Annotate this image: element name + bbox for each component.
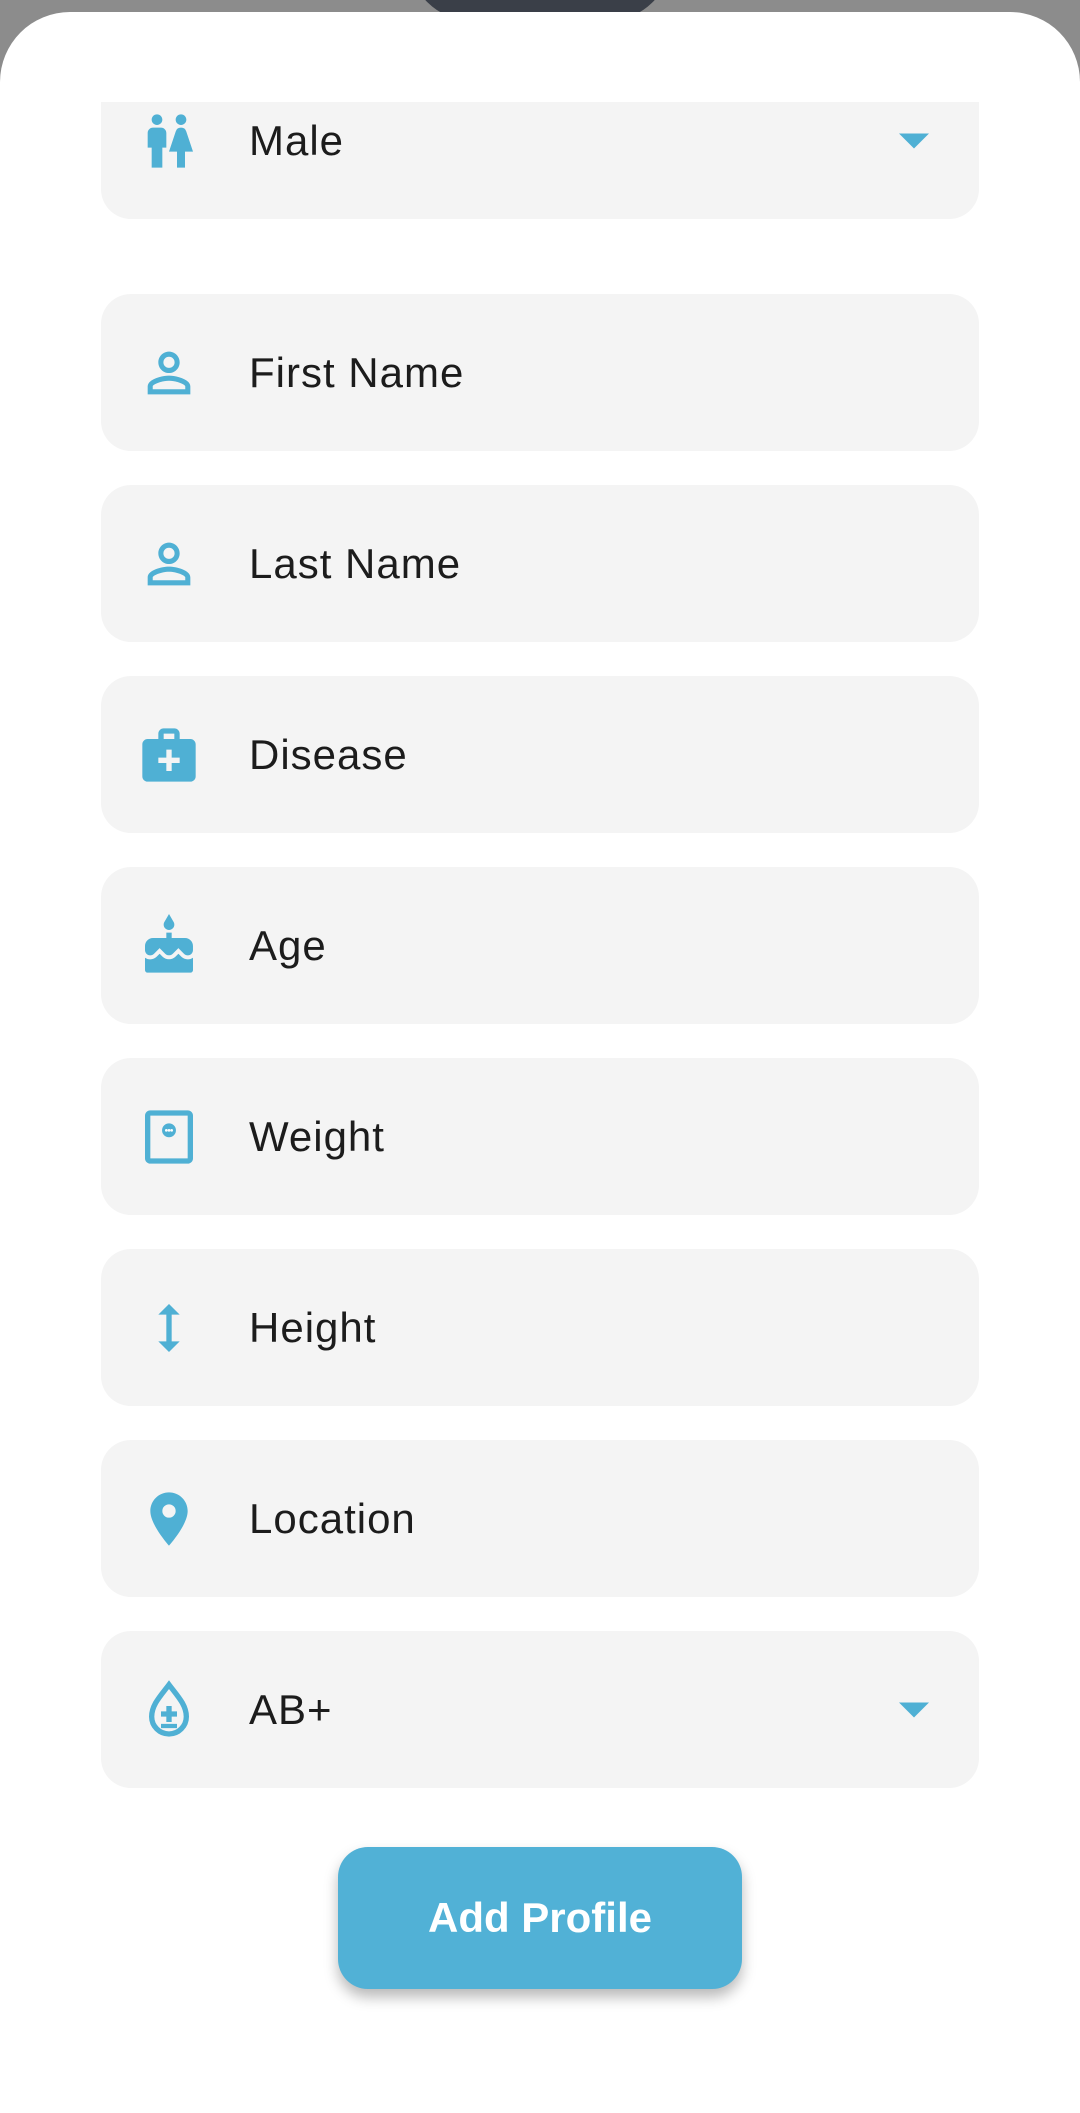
blood-type-value: AB+ [249, 1685, 333, 1733]
height-placeholder: Height [249, 1303, 377, 1351]
disease-field[interactable]: Disease [101, 676, 979, 833]
first-name-placeholder: First Name [249, 348, 465, 396]
height-field[interactable]: Height [101, 1249, 979, 1406]
dropdown-arrow-icon [899, 133, 929, 148]
wc-icon [137, 109, 201, 173]
person-icon [137, 532, 201, 596]
age-field[interactable]: Age [101, 867, 979, 1024]
first-name-field[interactable]: First Name [101, 294, 979, 451]
cake-icon [137, 913, 201, 978]
blood-drop-icon [137, 1678, 201, 1742]
gender-value: Male [249, 116, 345, 164]
location-field[interactable]: Location [101, 1440, 979, 1597]
vertical-arrows-icon [137, 1296, 201, 1360]
blood-type-dropdown[interactable]: AB+ [101, 1631, 979, 1788]
bottom-sheet: Male First Name Last Name Disease Age We… [0, 12, 1080, 2113]
last-name-placeholder: Last Name [249, 539, 462, 587]
person-icon [137, 341, 201, 405]
gender-dropdown[interactable]: Male [101, 102, 979, 219]
last-name-field[interactable]: Last Name [101, 485, 979, 642]
medical-bag-icon [137, 723, 201, 787]
scale-icon [137, 1105, 201, 1169]
location-pin-icon [137, 1487, 201, 1551]
location-placeholder: Location [249, 1494, 416, 1542]
add-profile-button[interactable]: Add Profile [338, 1847, 742, 1989]
age-placeholder: Age [249, 921, 327, 969]
disease-placeholder: Disease [249, 730, 408, 778]
weight-placeholder: Weight [249, 1112, 385, 1160]
dropdown-arrow-icon [899, 1702, 929, 1717]
profile-form: Male First Name Last Name Disease Age We… [101, 102, 979, 1802]
weight-field[interactable]: Weight [101, 1058, 979, 1215]
